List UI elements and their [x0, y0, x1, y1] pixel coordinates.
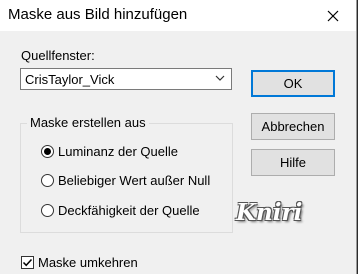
- close-button[interactable]: [310, 0, 356, 31]
- dialog-title: Maske aus Bild hinzufügen: [8, 6, 188, 23]
- watermark-logo: Kniri: [236, 199, 303, 226]
- add-mask-dialog: Maske aus Bild hinzufügen Quellfenster: …: [0, 0, 357, 274]
- chevron-down-icon: [215, 75, 225, 81]
- radio-luminance[interactable]: Luminanz der Quelle: [41, 144, 178, 159]
- radio-label: Beliebiger Wert außer Null: [58, 173, 211, 188]
- cancel-button[interactable]: Abbrechen: [251, 113, 335, 140]
- checkmark-icon: [22, 258, 33, 267]
- invert-mask-checkbox[interactable]: Maske umkehren: [21, 255, 138, 270]
- close-icon: [327, 10, 339, 21]
- radio-label: Deckfähigkeit der Quelle: [58, 203, 200, 218]
- radio-indicator: [41, 174, 54, 187]
- mask-source-legend: Maske erstellen aus: [27, 115, 149, 130]
- invert-mask-label: Maske umkehren: [38, 255, 138, 270]
- ok-button[interactable]: OK: [251, 70, 335, 97]
- mask-source-group: Maske erstellen aus Luminanz der Quelle …: [20, 115, 233, 233]
- dialog-body: Quellfenster: CrisTaylor_Vick OK Abbrech…: [0, 31, 356, 274]
- source-window-label: Quellfenster:: [21, 48, 95, 63]
- radio-label: Luminanz der Quelle: [58, 144, 178, 159]
- radio-nonzero-value[interactable]: Beliebiger Wert außer Null: [41, 173, 210, 188]
- radio-indicator: [41, 145, 54, 158]
- source-window-value: CrisTaylor_Vick: [25, 72, 115, 87]
- title-bar: Maske aus Bild hinzufügen: [0, 0, 356, 31]
- checkbox-box: [21, 256, 34, 269]
- source-window-select[interactable]: CrisTaylor_Vick: [20, 68, 232, 90]
- radio-opacity[interactable]: Deckfähigkeit der Quelle: [41, 203, 200, 218]
- help-button[interactable]: Hilfe: [251, 149, 335, 176]
- radio-indicator: [41, 204, 54, 217]
